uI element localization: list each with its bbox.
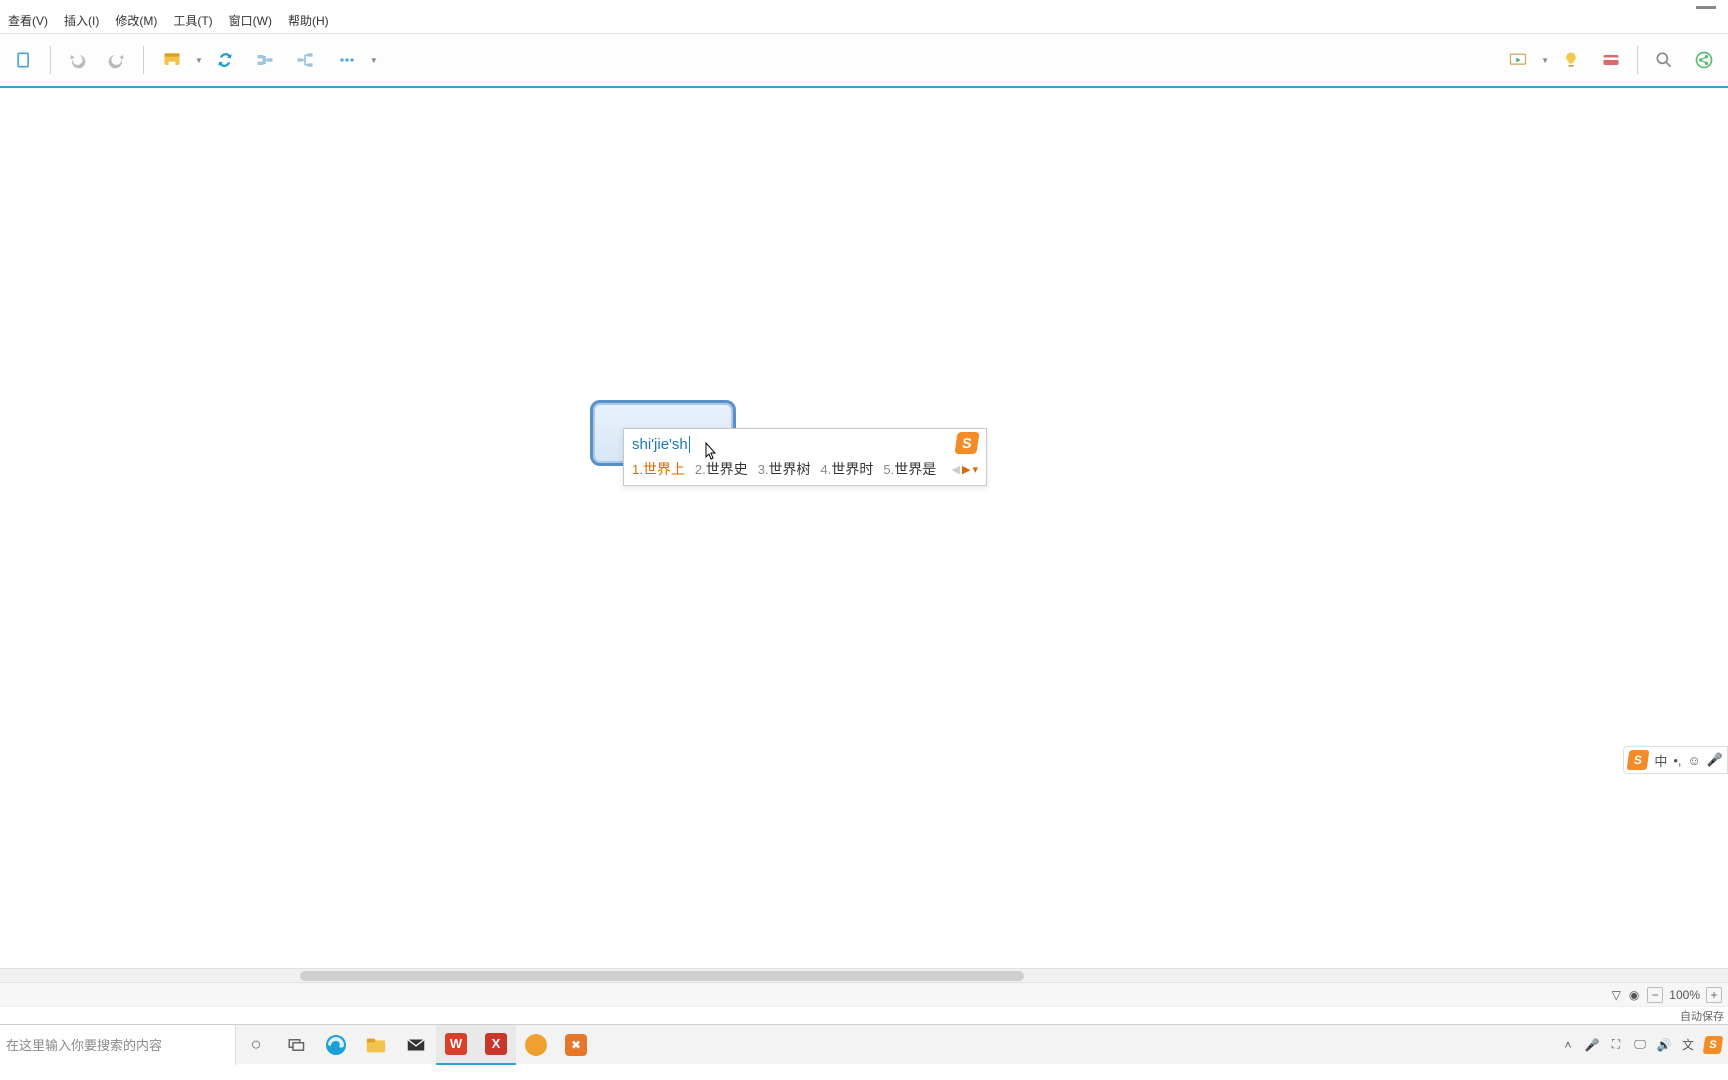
- ime-candidate-5[interactable]: 5.世界是: [883, 459, 936, 479]
- taskbar-app-edge[interactable]: [316, 1025, 356, 1065]
- tray-ime-icon[interactable]: ⽂: [1680, 1037, 1696, 1053]
- taskbar-app-orange2[interactable]: ✖: [556, 1025, 596, 1065]
- ime-prev-page[interactable]: ◀: [952, 463, 960, 476]
- menu-window[interactable]: 窗口(W): [221, 8, 280, 33]
- zoom-in-button[interactable]: +: [1706, 987, 1722, 1003]
- sogou-logo-icon: S: [954, 432, 979, 454]
- undo-button[interactable]: [61, 44, 93, 76]
- ime-candidate-3[interactable]: 3.世界树: [758, 459, 811, 479]
- save-button[interactable]: [156, 44, 188, 76]
- menu-bar: 查看(V) 插入(I) 修改(M) 工具(T) 窗口(W) 帮助(H): [0, 0, 1728, 34]
- ime-emoji-button[interactable]: ☺: [1688, 753, 1701, 768]
- tray-mic-icon[interactable]: 🎤: [1584, 1037, 1600, 1053]
- save-dropdown[interactable]: ▼: [152, 44, 203, 76]
- structure1-button[interactable]: [249, 44, 281, 76]
- menu-tools[interactable]: 工具(T): [165, 8, 220, 33]
- refresh-button[interactable]: [209, 44, 241, 76]
- slideshow-button[interactable]: [1502, 44, 1534, 76]
- window-minimize-button[interactable]: [1696, 6, 1716, 9]
- windows-taskbar: 在这里输入你要搜索的内容 ○ W X ✖ ˄ 🎤 ⛶ 🖵 🔊 ⽂ S: [0, 1024, 1728, 1064]
- zoom-value[interactable]: 100%: [1669, 988, 1700, 1002]
- toolbar-separator: [1637, 46, 1638, 74]
- autosave-label: 自动保存: [1680, 1008, 1724, 1024]
- taskbar-app-mail[interactable]: [396, 1025, 436, 1065]
- ime-candidate-2[interactable]: 2.世界史: [695, 459, 748, 479]
- chevron-down-icon: ▼: [195, 56, 203, 65]
- idea-button[interactable]: [1555, 44, 1587, 76]
- zoom-out-button[interactable]: −: [1647, 987, 1663, 1003]
- taskbar-app-xmind[interactable]: X: [476, 1025, 516, 1065]
- more-button[interactable]: [331, 44, 363, 76]
- tray-chevron-up[interactable]: ˄: [1560, 1037, 1576, 1053]
- sogou-logo-icon: S: [1627, 750, 1650, 770]
- filter-icon[interactable]: ▽: [1612, 988, 1621, 1002]
- menu-help[interactable]: 帮助(H): [280, 8, 337, 33]
- ime-candidate-1[interactable]: 1.世界上: [632, 459, 685, 479]
- taskbar-app-wps[interactable]: W: [436, 1025, 476, 1065]
- taskbar-app-orange1[interactable]: [516, 1025, 556, 1065]
- ime-punct-indicator[interactable]: •,: [1673, 753, 1681, 768]
- ime-candidates-row: 1.世界上 2.世界史 3.世界树 4.世界时 5.世界是 ◀ ▶ ▾: [624, 455, 986, 485]
- search-button[interactable]: [1648, 44, 1680, 76]
- toolbar-separator: [143, 46, 144, 74]
- ime-next-page[interactable]: ▶: [962, 463, 970, 476]
- canvas-workspace[interactable]: shi'jie'sh S 1.世界上 2.世界史 3.世界树 4.世界时 5.世…: [0, 88, 1728, 968]
- ime-candidate-panel[interactable]: shi'jie'sh S 1.世界上 2.世界史 3.世界树 4.世界时 5.世…: [623, 428, 987, 486]
- taskbar-search-box[interactable]: 在这里输入你要搜索的内容: [0, 1025, 236, 1065]
- menu-modify[interactable]: 修改(M): [107, 8, 165, 33]
- cortana-button[interactable]: ○: [236, 1025, 276, 1065]
- ime-expand[interactable]: ▾: [972, 463, 978, 476]
- ime-composition-row: shi'jie'sh S: [624, 429, 986, 455]
- ime-pinyin-text: shi'jie'sh: [632, 436, 690, 453]
- toolbar-separator: [50, 46, 51, 74]
- redo-button[interactable]: [101, 44, 133, 76]
- taskbar-app-explorer[interactable]: [356, 1025, 396, 1065]
- structure2-button[interactable]: [289, 44, 321, 76]
- visibility-icon[interactable]: ◉: [1629, 988, 1639, 1002]
- autosave-row: 自动保存: [0, 1006, 1728, 1024]
- menu-insert[interactable]: 插入(I): [56, 8, 107, 33]
- system-tray: ˄ 🎤 ⛶ 🖵 🔊 ⽂ S: [1560, 1036, 1728, 1054]
- card-button[interactable]: [1595, 44, 1627, 76]
- ime-lang-indicator[interactable]: 中: [1654, 751, 1667, 770]
- ime-candidate-4[interactable]: 4.世界时: [821, 459, 874, 479]
- menu-view[interactable]: 查看(V): [0, 8, 56, 33]
- tray-sogou-icon[interactable]: S: [1703, 1036, 1724, 1054]
- chevron-down-icon: ▼: [1541, 56, 1549, 65]
- ime-voice-button[interactable]: 🎤: [1707, 752, 1723, 768]
- tray-volume-icon[interactable]: 🔊: [1656, 1037, 1672, 1053]
- slideshow-dropdown[interactable]: ▼: [1498, 44, 1549, 76]
- toolbar: ▼ ▼ ▼: [0, 34, 1728, 88]
- task-view-button[interactable]: [276, 1025, 316, 1065]
- ime-page-nav: ◀ ▶ ▾: [952, 463, 978, 476]
- zoom-controls: − 100% +: [1647, 987, 1722, 1003]
- horizontal-scrollbar[interactable]: [0, 968, 1728, 982]
- more-dropdown[interactable]: ▼: [327, 44, 378, 76]
- scrollbar-thumb[interactable]: [300, 971, 1024, 981]
- search-placeholder-text: 在这里输入你要搜索的内容: [6, 1035, 162, 1054]
- chevron-down-icon: ▼: [370, 56, 378, 65]
- new-doc-button[interactable]: [8, 44, 40, 76]
- ime-status-bar[interactable]: S 中 •, ☺ 🎤: [1623, 746, 1728, 774]
- tray-sync-icon[interactable]: ⛶: [1608, 1037, 1624, 1053]
- share-button[interactable]: [1688, 44, 1720, 76]
- status-bar: ▽ ◉ − 100% +: [0, 982, 1728, 1006]
- tray-display-icon[interactable]: 🖵: [1632, 1037, 1648, 1053]
